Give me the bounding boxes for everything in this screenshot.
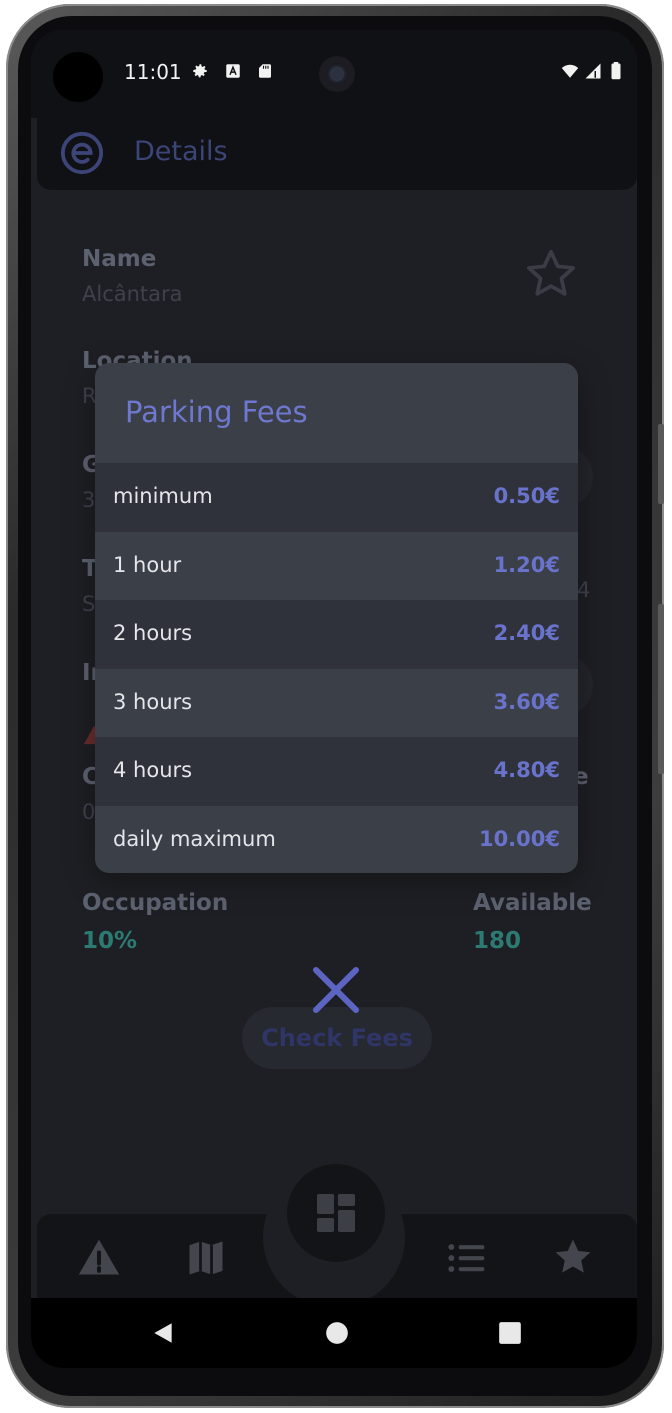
available-value: 180 bbox=[473, 928, 522, 954]
battery-icon bbox=[611, 62, 621, 80]
fee-price: 1.20€ bbox=[493, 552, 560, 577]
dashboard-icon bbox=[317, 1194, 355, 1232]
fee-row: 2 hours 2.40€ bbox=[95, 600, 578, 669]
fee-label: 1 hour bbox=[113, 552, 182, 577]
map-icon[interactable] bbox=[184, 1236, 228, 1280]
wifi-icon bbox=[561, 64, 579, 78]
settings-icon bbox=[193, 64, 207, 78]
fee-price: 0.50€ bbox=[493, 484, 560, 508]
fee-price: 3.60€ bbox=[493, 689, 560, 714]
row4-right-value: 4 bbox=[577, 578, 591, 602]
close-icon[interactable] bbox=[308, 962, 364, 1018]
fee-label: 2 hours bbox=[113, 621, 193, 645]
status-time: 11:01 bbox=[124, 60, 182, 84]
fee-price: 2.40€ bbox=[493, 621, 560, 645]
sd-card-icon bbox=[259, 64, 271, 78]
fee-row: 4 hours 4.80€ bbox=[95, 737, 578, 806]
fee-price: 10.00€ bbox=[478, 826, 560, 851]
list-icon[interactable] bbox=[444, 1236, 488, 1280]
font-a-icon bbox=[226, 64, 240, 78]
system-navigation-bar bbox=[31, 1298, 637, 1368]
star-icon[interactable] bbox=[551, 1235, 595, 1279]
screen: 11:01 Details Name Alcântara Location R … bbox=[31, 30, 637, 1368]
fee-label: 4 hours bbox=[113, 758, 193, 782]
row4-value: S bbox=[82, 592, 96, 616]
dialog-title: Parking Fees bbox=[125, 395, 308, 429]
name-label: Name bbox=[82, 246, 157, 272]
fee-row: 3 hours 3.60€ bbox=[95, 669, 578, 738]
signal-icon bbox=[585, 63, 601, 79]
fee-price: 4.80€ bbox=[493, 758, 560, 782]
fee-label: 3 hours bbox=[113, 689, 193, 714]
back-icon[interactable] bbox=[150, 1320, 176, 1346]
name-value: Alcântara bbox=[82, 282, 183, 306]
occupation-value: 10% bbox=[82, 928, 138, 954]
camera-lens bbox=[319, 56, 355, 92]
fee-row: 1 hour 1.20€ bbox=[95, 532, 578, 601]
front-camera bbox=[53, 52, 103, 102]
favorite-star-icon[interactable] bbox=[523, 246, 579, 302]
fee-row: daily maximum 10.00€ bbox=[95, 806, 578, 874]
occupation-label: Occupation bbox=[82, 890, 229, 916]
recents-icon[interactable] bbox=[497, 1320, 523, 1346]
fee-label: minimum bbox=[113, 484, 213, 508]
available-label: Available bbox=[473, 890, 592, 916]
row6-value: 0 bbox=[82, 800, 96, 824]
e-logo-icon[interactable] bbox=[59, 130, 105, 176]
power-button bbox=[658, 604, 664, 774]
page-title: Details bbox=[134, 136, 228, 167]
app-bar: Details bbox=[37, 118, 637, 190]
parking-fees-dialog: Parking Fees minimum 0.50€ 1 hour 1.20€ 2 ho… bbox=[95, 363, 578, 873]
volume-button bbox=[658, 424, 664, 504]
dashboard-fab[interactable] bbox=[287, 1164, 385, 1262]
fee-row: minimum 0.50€ bbox=[95, 463, 578, 532]
warning-icon[interactable] bbox=[77, 1236, 121, 1280]
fee-label: daily maximum bbox=[113, 826, 276, 851]
row3-value: 3 bbox=[82, 488, 96, 512]
home-icon[interactable] bbox=[324, 1320, 350, 1346]
status-bar: 11:01 bbox=[31, 30, 637, 118]
